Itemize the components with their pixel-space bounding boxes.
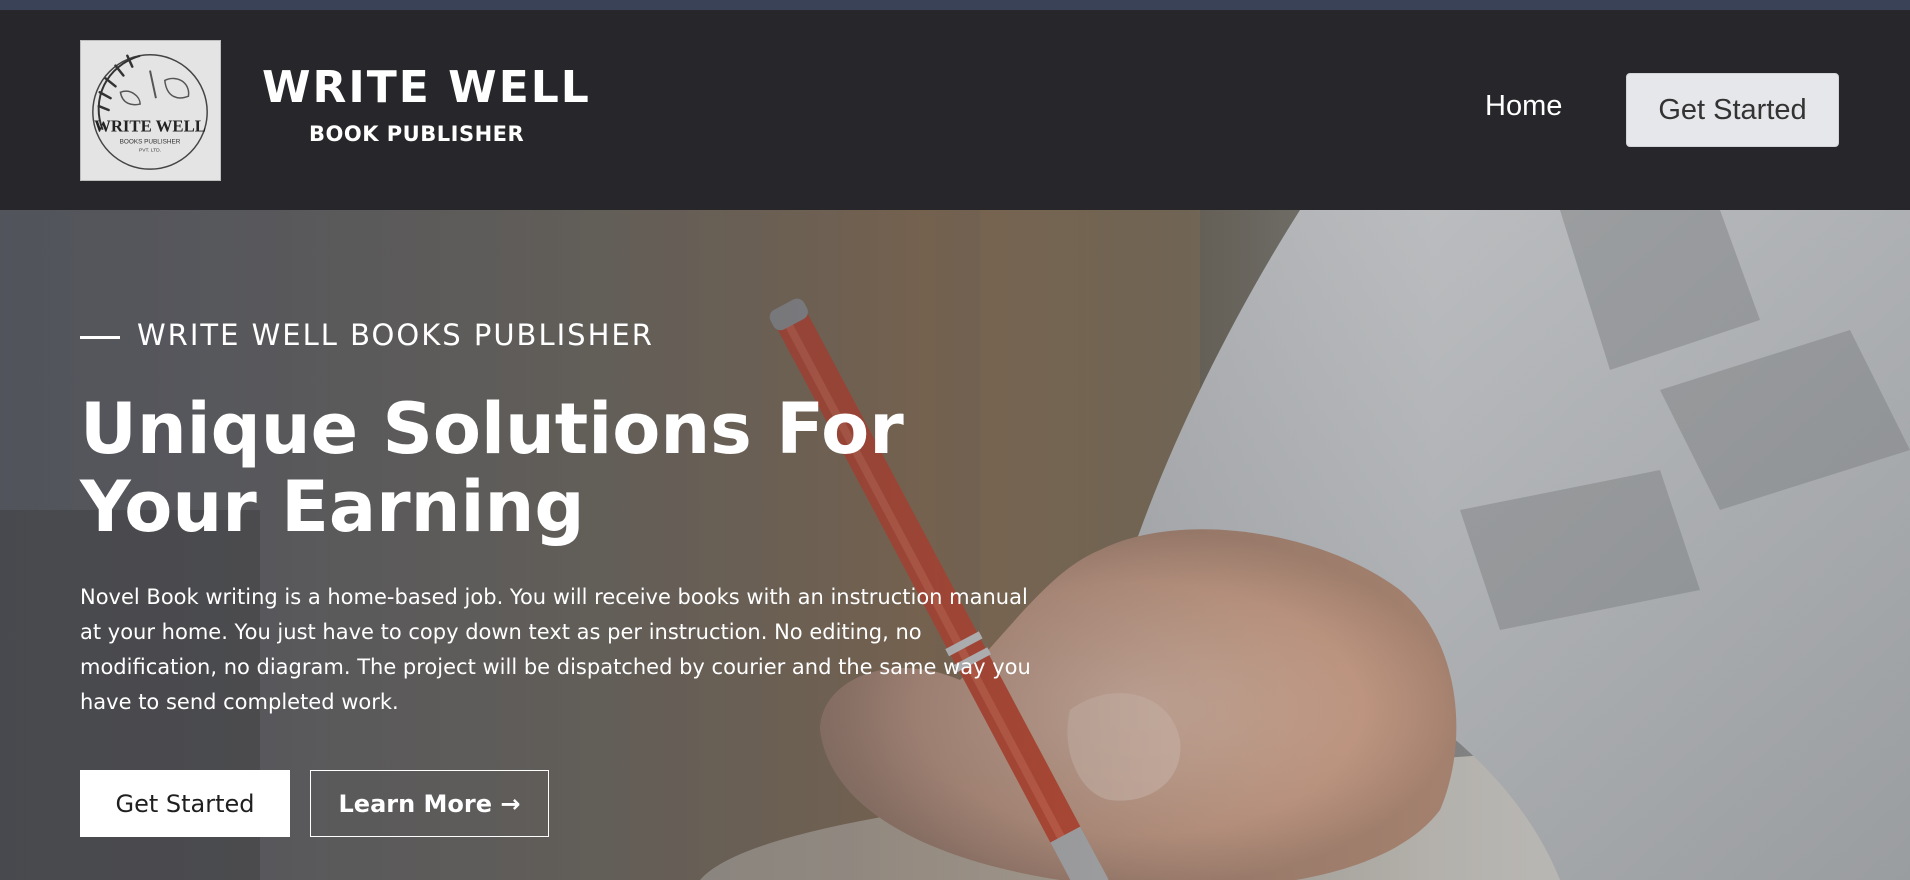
top-strip — [0, 0, 1910, 10]
hero-description: Novel Book writing is a home-based job. … — [80, 585, 1031, 714]
hero-section: WRITE WELL BOOKS PUBLISHER Unique Soluti… — [0, 210, 1910, 880]
hero-learn-more-button[interactable]: Learn More → — [310, 770, 549, 837]
hero-get-started-button[interactable]: Get Started — [80, 770, 290, 837]
brand-logo[interactable]: WRITE WELL BOOKS PUBLISHER PVT. LTD. — [80, 40, 221, 181]
nav-home-link[interactable]: Home — [1485, 90, 1562, 123]
navbar: WRITE WELL BOOKS PUBLISHER PVT. LTD. WRI… — [0, 10, 1910, 210]
hero-eyebrow-text: WRITE WELL BOOKS PUBLISHER — [137, 318, 654, 352]
nav-get-started-button[interactable]: Get Started — [1626, 73, 1839, 147]
hero-eyebrow: WRITE WELL BOOKS PUBLISHER — [80, 318, 654, 352]
svg-text:PVT. LTD.: PVT. LTD. — [139, 147, 161, 153]
svg-text:WRITE WELL: WRITE WELL — [94, 117, 206, 136]
horizontal-line-icon — [80, 335, 120, 339]
brand-title: WRITE WELL — [262, 62, 591, 113]
hero-title: Unique Solutions For Your Earning — [80, 388, 904, 548]
brand-subtitle: BOOK PUBLISHER — [309, 122, 525, 146]
svg-text:BOOKS PUBLISHER: BOOKS PUBLISHER — [120, 139, 181, 146]
